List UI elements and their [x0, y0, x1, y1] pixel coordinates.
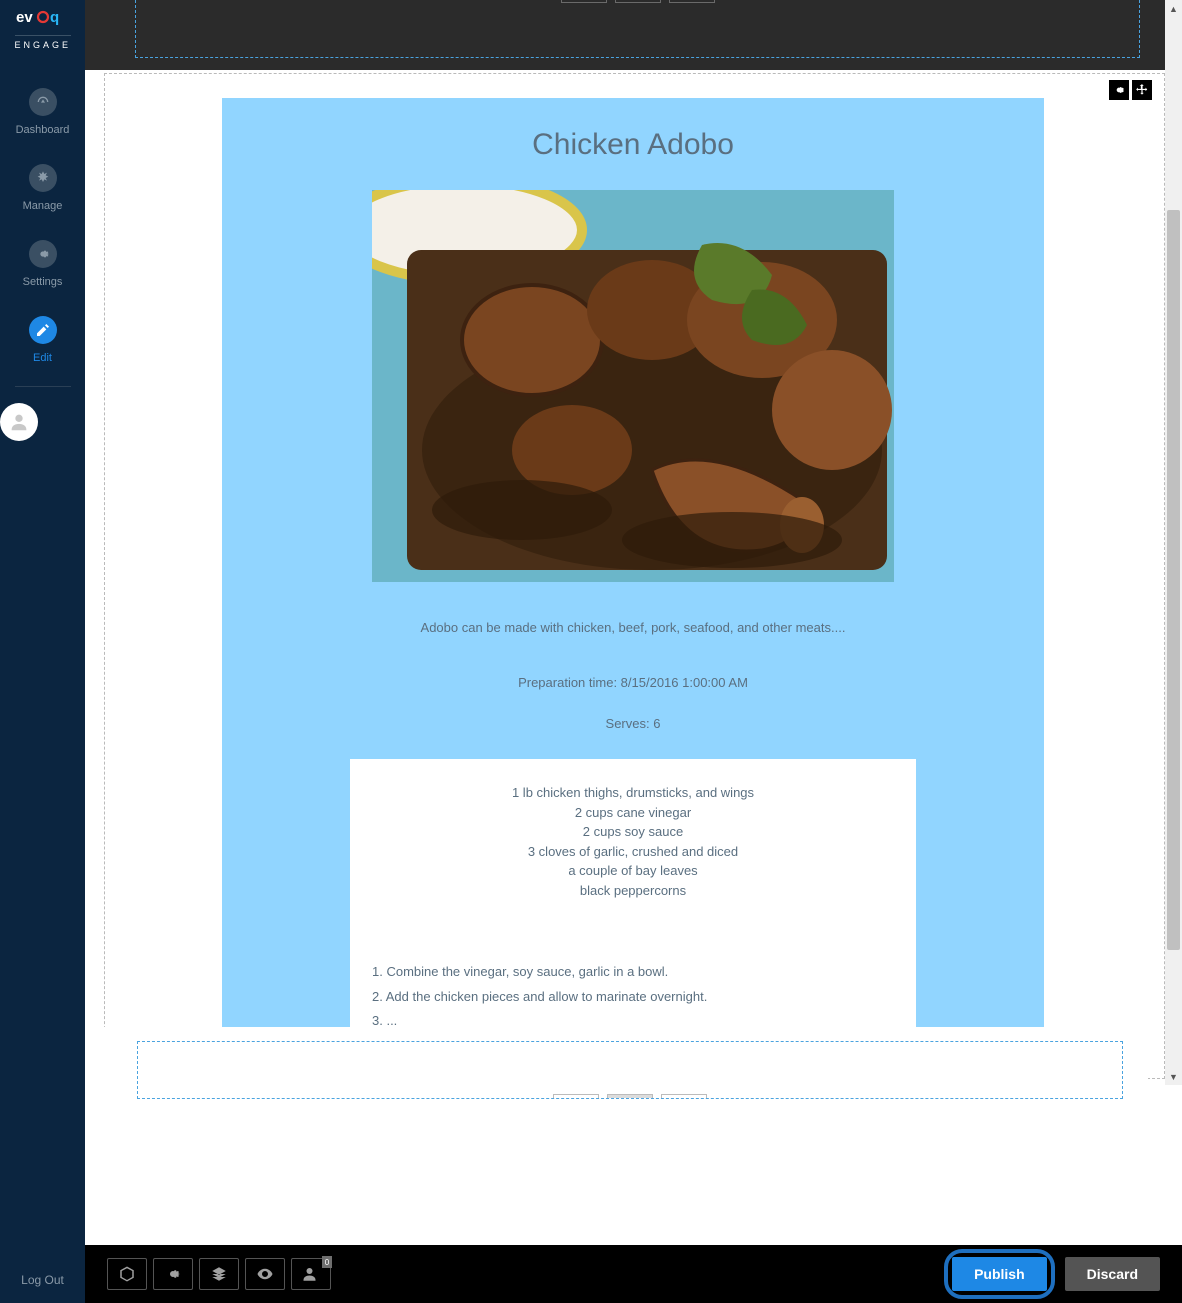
scroll-up-icon[interactable]: ▲ — [1165, 0, 1182, 17]
module-container[interactable]: Chicken Adobo — [104, 73, 1165, 1079]
sidebar-item-label: Settings — [23, 276, 63, 288]
gear-icon — [29, 240, 57, 268]
pencil-icon — [29, 316, 57, 344]
sidebar-divider — [15, 386, 71, 387]
recipe-title: Chicken Adobo — [222, 128, 1044, 162]
bottom-drop-zone[interactable] — [137, 1041, 1123, 1099]
package-button[interactable] — [107, 1258, 147, 1290]
user-plus-icon — [302, 1265, 320, 1283]
sidebar-item-label: Dashboard — [16, 124, 70, 136]
sidebar-item-settings[interactable]: Settings — [0, 226, 85, 302]
gear-icon — [164, 1265, 182, 1283]
bottom-region — [85, 1027, 1148, 1085]
recipe-serves: Serves: 6 — [242, 716, 1024, 731]
ingredients-list: 1 lb chicken thighs, drumsticks, and win… — [372, 783, 894, 900]
gauge-icon — [29, 88, 57, 116]
publish-highlight: Publish — [944, 1249, 1055, 1299]
ingredient-item: 3 cloves of garlic, crushed and diced — [372, 842, 894, 862]
sidebar-item-label: Edit — [33, 352, 52, 364]
instructions-list: 1. Combine the vinegar, soy sauce, garli… — [372, 960, 894, 1034]
discard-button[interactable]: Discard — [1065, 1257, 1160, 1291]
logo-subtitle: ENGAGE — [15, 35, 71, 50]
placeholder-box[interactable] — [615, 0, 661, 3]
logout-link[interactable]: Log Out — [0, 1273, 85, 1287]
ingredient-item: a couple of bay leaves — [372, 861, 894, 881]
ingredient-item: 2 cups cane vinegar — [372, 803, 894, 823]
preview-button[interactable] — [245, 1258, 285, 1290]
sidebar-nav: Dashboard Manage Settings Edit — [0, 74, 85, 441]
placeholder-box[interactable] — [561, 0, 607, 3]
vertical-scrollbar[interactable]: ▲ ▼ — [1165, 0, 1182, 1085]
edit-toolbar: 0 Publish Discard — [85, 1245, 1182, 1303]
toolbar-right-group: Publish Discard — [944, 1249, 1160, 1299]
main-canvas: Chicken Adobo — [85, 0, 1182, 1303]
page-settings-button[interactable] — [153, 1258, 193, 1290]
publish-button[interactable]: Publish — [952, 1257, 1047, 1291]
user-icon — [8, 411, 30, 433]
recipe-details-panel: 1 lb chicken thighs, drumsticks, and win… — [350, 759, 916, 1050]
recipe-description: Adobo can be made with chicken, beef, po… — [242, 620, 1024, 635]
eye-icon — [256, 1265, 274, 1283]
layers-button[interactable] — [199, 1258, 239, 1290]
ingredient-item: 1 lb chicken thighs, drumsticks, and win… — [372, 783, 894, 803]
cube-icon — [118, 1265, 136, 1283]
sidebar: ev q ENGAGE Dashboard Manage Settings — [0, 0, 85, 1303]
svg-text:q: q — [50, 9, 59, 26]
recipe-prep-time: Preparation time: 8/15/2016 1:00:00 AM — [242, 675, 1024, 690]
top-dark-region — [85, 0, 1165, 70]
tools-icon — [29, 164, 57, 192]
placeholder-box[interactable] — [669, 0, 715, 3]
module-controls — [1109, 80, 1152, 100]
sidebar-item-manage[interactable]: Manage — [0, 150, 85, 226]
layers-icon — [210, 1265, 228, 1283]
module-settings-button[interactable] — [1109, 80, 1129, 100]
gear-icon — [1112, 83, 1126, 97]
logo: ev q ENGAGE — [0, 0, 85, 54]
instruction-item: 1. Combine the vinegar, soy sauce, garli… — [372, 960, 894, 985]
recipe-card: Chicken Adobo — [222, 98, 1044, 1078]
instruction-item: 2. Add the chicken pieces and allow to m… — [372, 985, 894, 1010]
move-icon — [1135, 83, 1149, 97]
ingredient-item: 2 cups soy sauce — [372, 822, 894, 842]
toolbar-left-group: 0 — [107, 1258, 331, 1290]
placeholder-box[interactable] — [607, 1094, 653, 1099]
top-drop-zone[interactable] — [135, 0, 1140, 58]
content-region: Chicken Adobo — [85, 70, 1165, 1085]
user-badge: 0 — [322, 1256, 332, 1268]
scrollbar-thumb[interactable] — [1167, 210, 1180, 950]
mini-boxes — [561, 0, 715, 3]
ingredient-item: black peppercorns — [372, 881, 894, 901]
sidebar-item-edit[interactable]: Edit — [0, 302, 85, 378]
placeholder-box[interactable] — [661, 1094, 707, 1099]
placeholder-box[interactable] — [553, 1094, 599, 1099]
recipe-image — [372, 190, 894, 582]
sidebar-item-dashboard[interactable]: Dashboard — [0, 74, 85, 150]
sidebar-item-label: Manage — [23, 200, 63, 212]
scroll-down-icon[interactable]: ▼ — [1165, 1068, 1182, 1085]
svg-text:ev: ev — [16, 9, 33, 26]
users-button[interactable]: 0 — [291, 1258, 331, 1290]
avatar[interactable] — [0, 403, 38, 441]
evoq-logo-icon: ev q — [16, 8, 70, 26]
module-move-button[interactable] — [1132, 80, 1152, 100]
